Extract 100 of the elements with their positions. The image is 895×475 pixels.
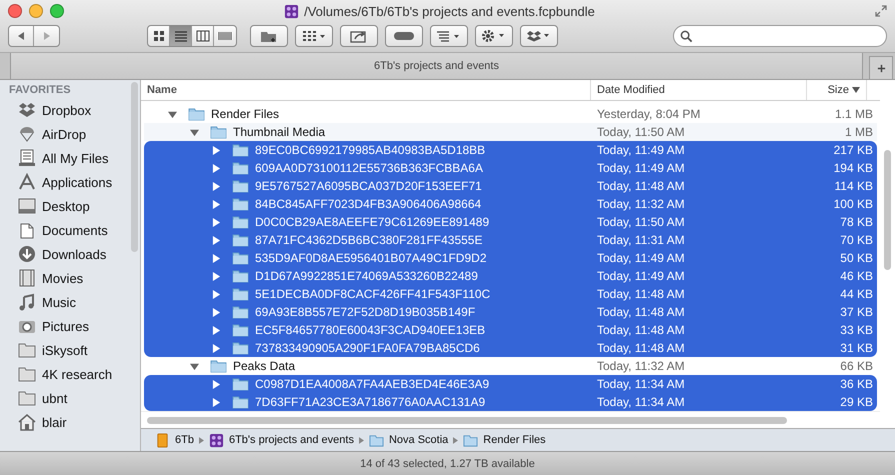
dropbox-button[interactable] (520, 25, 558, 47)
folder-icon (232, 288, 249, 300)
scrollbar[interactable] (131, 82, 138, 252)
path-item[interactable]: 6Tb (155, 432, 194, 448)
scrollbar[interactable] (884, 150, 891, 270)
file-name: Render Files (211, 107, 280, 121)
date-cell-text: Today, 11:49 AM (596, 161, 686, 175)
folder-icon (232, 162, 249, 174)
disclosure-triangle-icon[interactable] (190, 128, 199, 136)
minimize-button[interactable] (29, 4, 43, 18)
dropbox-icon (18, 101, 36, 119)
file-name: 609AA0D73100112E55736B363FCBBA6A (255, 161, 483, 175)
parachute-icon (18, 125, 36, 143)
disclosure-triangle-icon[interactable] (212, 146, 221, 154)
sort-button[interactable] (430, 25, 468, 47)
disclosure-triangle-icon[interactable] (212, 290, 221, 298)
disclosure-triangle-icon[interactable] (212, 272, 221, 280)
disclosure-triangle-icon[interactable] (212, 398, 221, 406)
file-row[interactable]: 609AA0D73100112E55736B363FCBBA6A Today, 11:49 AM 194 KB (144, 159, 877, 177)
folder-icon (232, 252, 249, 264)
file-row[interactable]: Render Files Yesterday, 8:04 PM 1.1 MB (144, 105, 877, 123)
desktop-icon (18, 197, 36, 215)
file-name: C0987D1EA4008A7FA4AEB3ED4E46E3A9 (255, 377, 490, 391)
file-row[interactable]: 9E5767527A6095BCA037D20F153EEF71 Today, 11:48 AM 114 KB (144, 177, 877, 195)
file-row[interactable]: 737833490905A290F1FA0FA79BA85CD6 Today, 11:48 AM 31 KB (144, 339, 877, 357)
disclosure-triangle-icon[interactable] (212, 236, 221, 244)
column-header[interactable]: Name (141, 80, 591, 100)
action-button[interactable] (475, 25, 513, 47)
size-cell-text: 29 KB (839, 395, 873, 409)
file-row[interactable]: 535D9AF0D8AE5956401B07A49C1FD9D2 Today, 11:49 AM 50 KB (144, 249, 877, 267)
separator-arrow-icon (453, 436, 458, 444)
path-item[interactable]: 6Tb's projects and events (208, 432, 354, 448)
file-row[interactable]: C0987D1EA4008A7FA4AEB3ED4E46E3A9 Today, 11:34 AM 36 KB (144, 375, 877, 393)
date-cell-text: Yesterday, 8:04 PM (596, 107, 702, 121)
sidebar-item[interactable]: Desktop (0, 194, 140, 218)
close-button[interactable] (8, 4, 22, 18)
list-icon (174, 30, 188, 42)
disclosure-triangle-icon[interactable] (212, 182, 221, 190)
sidebar-item[interactable]: Movies (0, 266, 140, 290)
file-name: Peaks Data (233, 359, 296, 373)
file-row[interactable]: D1D67A9922851E74069A533260B22489 Today, 11:49 AM 46 KB (144, 267, 877, 285)
disclosure-triangle-icon[interactable] (168, 110, 177, 118)
file-row[interactable]: 7D63FF71A23CE3A7186776A0AAC131A9 Today, 11:34 AM 29 KB (144, 393, 877, 411)
folder-icon (18, 341, 36, 359)
file-name: 69A93E8B557E72F52D8D19B035B149F (255, 305, 476, 319)
tag-button[interactable] (385, 25, 423, 47)
sidebar-item[interactable]: Music (0, 290, 140, 314)
disclosure-triangle-icon[interactable] (212, 164, 221, 172)
file-row[interactable]: 69A93E8B557E72F52D8D19B035B149F Today, 11:48 AM 37 KB (144, 303, 877, 321)
sidebar-item[interactable]: 4K research (0, 362, 140, 386)
fullscreen-icon[interactable] (875, 5, 887, 17)
tab[interactable]: 6Tb's projects and events (10, 53, 863, 79)
file-row[interactable]: 84BC845AFF7023D4FB3A906406A98664 Today, 11:32 AM 100 KB (144, 195, 877, 213)
sidebar-item[interactable]: Pictures (0, 314, 140, 338)
path-item[interactable]: Nova Scotia (368, 432, 448, 448)
folder-icon (368, 432, 384, 448)
date-cell-text: Today, 11:48 AM (596, 179, 686, 193)
search-field[interactable] (673, 25, 887, 47)
disclosure-triangle-icon[interactable] (212, 380, 221, 388)
view-mode-control[interactable] (147, 25, 237, 47)
share-button[interactable] (340, 25, 378, 47)
file-row[interactable]: Thumbnail Media Today, 11:50 AM 1 MB (144, 123, 877, 141)
disclosure-triangle-icon[interactable] (212, 326, 221, 334)
column-header[interactable]: Size (807, 80, 867, 100)
sidebar-item[interactable]: blair (0, 410, 140, 434)
file-row[interactable]: 87A71FC4362D5B6BC380F281FF43555E Today, 11:31 AM 70 KB (144, 231, 877, 249)
file-row[interactable]: Peaks Data Today, 11:32 AM 66 KB (144, 357, 877, 375)
disclosure-triangle-icon[interactable] (212, 308, 221, 316)
new-folder-button[interactable] (250, 25, 288, 47)
disclosure-triangle-icon[interactable] (212, 254, 221, 262)
sidebar-item[interactable]: AirDrop (0, 122, 140, 146)
disclosure-triangle-icon[interactable] (212, 344, 221, 352)
sidebar-item[interactable]: Downloads (0, 242, 140, 266)
disclosure-triangle-icon[interactable] (212, 200, 221, 208)
zoom-button[interactable] (50, 4, 64, 18)
new-tab-button[interactable] (869, 56, 893, 79)
disclosure-triangle-icon[interactable] (212, 218, 221, 226)
sidebar-item[interactable]: iSkysoft (0, 338, 140, 362)
file-row[interactable]: D0C0CB29AE8AEEFE79C61269EE891489 Today, 11:50 AM 78 KB (144, 213, 877, 231)
file-row[interactable]: 5E1DECBA0DF8CACF426FF41F543F110C Today, 11:48 AM 44 KB (144, 285, 877, 303)
folder-icon (463, 432, 478, 448)
file-row[interactable]: EC5F84657780E60043F3CAD940EE13EB Today, 11:48 AM 33 KB (144, 321, 877, 339)
disclosure-triangle-icon[interactable] (190, 362, 199, 370)
date-cell-text: Today, 11:48 AM (596, 323, 686, 337)
status-bar: 14 of 43 selected, 1.27 TB available (0, 451, 895, 475)
sidebar-item[interactable]: Documents (0, 218, 140, 242)
path-item[interactable]: Render Files (463, 432, 546, 448)
folder-icon (232, 306, 249, 318)
sidebar-item[interactable]: ubnt (0, 386, 140, 410)
view-mode-button[interactable] (170, 26, 192, 46)
file-row[interactable]: 89EC0BC6992179985AB40983BA5D18BB Today, 11:49 AM 217 KB (144, 141, 877, 159)
scrollbar[interactable] (147, 416, 787, 424)
search-icon (680, 30, 693, 42)
size-cell-text: 44 KB (839, 287, 873, 301)
sidebar-item[interactable]: All My Files (0, 146, 140, 170)
sidebar-item[interactable]: Dropbox (0, 98, 140, 122)
arrange-button[interactable] (295, 25, 333, 47)
column-header[interactable]: Date Modified (591, 80, 807, 100)
sidebar-item[interactable]: Applications (0, 170, 140, 194)
navigation-control[interactable] (8, 25, 60, 47)
